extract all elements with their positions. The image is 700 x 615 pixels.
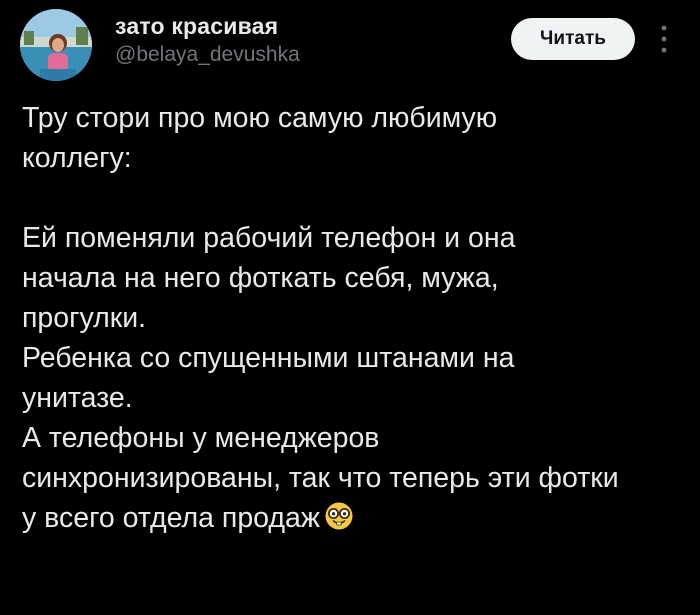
tweet-paragraph: Ей поменяли рабочий телефон и она начала…	[22, 222, 516, 334]
vertical-ellipsis-icon[interactable]	[654, 22, 674, 56]
tweet-header: зато красивая @belaya_devushka Читать	[0, 0, 700, 90]
tweet-paragraph: А телефоны у менеджеров синхронизированы…	[22, 418, 637, 538]
nerd-face-emoji-icon	[324, 501, 354, 531]
tweet-paragraph: Тру стори про мою самую любимую коллегу:	[22, 102, 498, 174]
tweet-body: Тру стори про мою самую любимую коллегу:…	[22, 98, 682, 538]
follow-button[interactable]: Читать	[511, 18, 635, 60]
user-handle[interactable]: @belaya_devushka	[115, 43, 300, 67]
tweet-paragraph: Ребенка со спущенными штанами на унитазе…	[22, 342, 515, 414]
tweet-paragraph-text: А телефоны у менеджеров синхронизированы…	[22, 422, 619, 534]
avatar[interactable]	[20, 9, 92, 81]
display-name[interactable]: зато красивая	[115, 13, 278, 40]
